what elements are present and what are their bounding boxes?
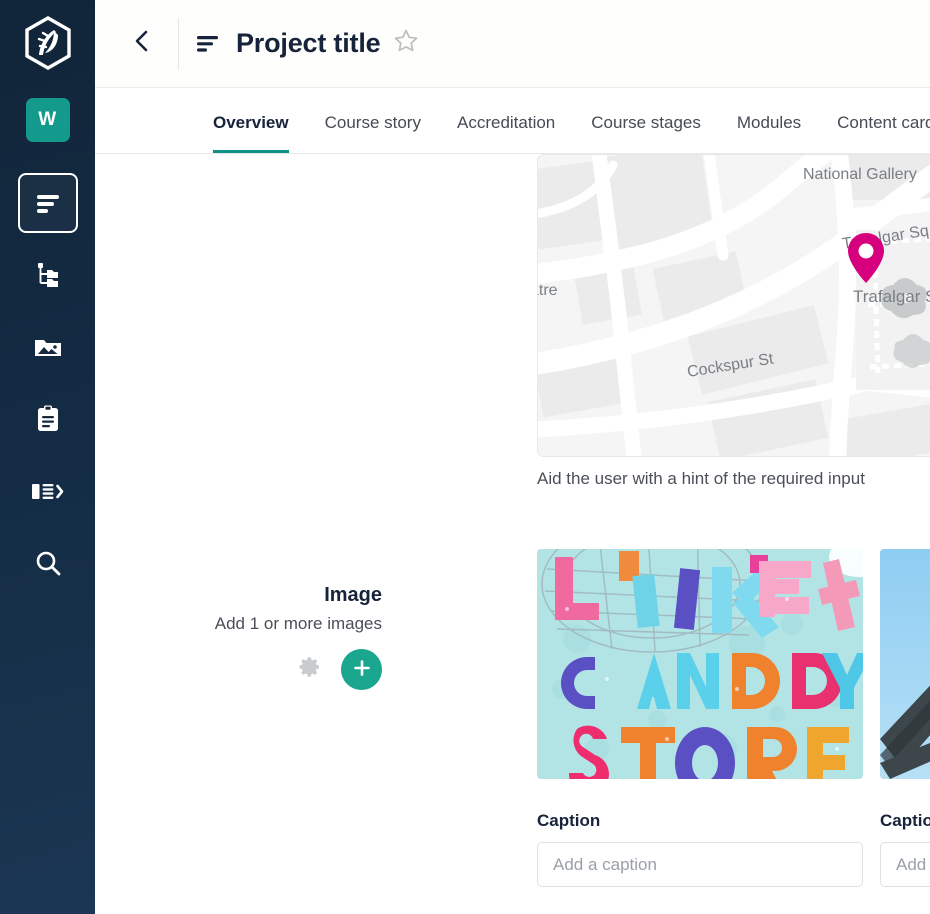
caption-input[interactable] <box>537 842 863 887</box>
add-image-button[interactable] <box>341 649 382 690</box>
image-field-labels: Image Add 1 or more images <box>95 582 382 637</box>
sidebar-item-media-library[interactable] <box>18 317 78 377</box>
building-photo <box>880 549 930 779</box>
map-field-hint: Aid the user with a hint of the required… <box>537 469 865 488</box>
chevron-left-icon <box>132 29 152 58</box>
clipboard-icon <box>36 405 60 433</box>
caption-label: Caption <box>880 811 930 830</box>
panel-list-arrow-icon <box>31 480 65 502</box>
search-icon <box>34 549 62 577</box>
map-graphic: National Gallery Trafalgar Sq Trafalgar … <box>538 155 930 456</box>
sidebar: W <box>0 0 95 914</box>
map-label-theatre: atre <box>538 282 558 299</box>
document-lines-icon <box>35 192 61 214</box>
hierarchy-tree-icon <box>34 261 62 289</box>
image-thumbnail-candy[interactable] <box>537 549 863 779</box>
avatar[interactable]: W <box>25 98 70 142</box>
app-logo[interactable] <box>19 14 77 72</box>
tab-modules[interactable]: Modules <box>737 113 801 153</box>
top-bar: Project title <box>95 0 930 88</box>
image-thumbnail-building[interactable] <box>880 549 930 779</box>
content-panel: National Gallery Trafalgar Sq Trafalgar … <box>95 154 930 914</box>
tab-accreditation[interactable]: Accreditation <box>457 113 555 153</box>
header-divider <box>178 17 179 70</box>
image-settings-button[interactable] <box>298 655 322 684</box>
caption-input[interactable] <box>880 842 930 887</box>
map-label-national-gallery: National Gallery <box>803 166 917 183</box>
project-document-icon <box>197 35 221 53</box>
image-field-sublabel: Add 1 or more images <box>214 614 382 633</box>
map-label-trafalgar-square: Trafalgar Square <box>853 287 930 306</box>
tab-content-cards[interactable]: Content cards <box>837 113 930 153</box>
sidebar-item-tasks-clipboard[interactable] <box>18 389 78 449</box>
app-root: W Project title Overview Course story Ac… <box>0 0 930 914</box>
tab-course-story[interactable]: Course story <box>325 113 421 153</box>
candy-cookies-photo <box>537 549 863 779</box>
favorite-star-button[interactable] <box>393 28 419 59</box>
image-folder-icon <box>33 335 63 359</box>
gear-icon <box>298 655 322 684</box>
tab-bar: Overview Course story Accreditation Cour… <box>95 88 930 154</box>
image-field-actions <box>95 649 382 690</box>
tab-overview[interactable]: Overview <box>213 113 289 153</box>
back-button[interactable] <box>120 22 164 66</box>
plus-icon <box>352 658 372 681</box>
sidebar-item-structure-tree[interactable] <box>18 245 78 305</box>
image-field-title: Image <box>324 584 382 606</box>
sidebar-item-search[interactable] <box>18 533 78 593</box>
sidebar-item-document-editor[interactable] <box>17 173 78 233</box>
map-preview[interactable]: National Gallery Trafalgar Sq Trafalgar … <box>537 154 930 457</box>
image-thumbnail-item: Caption <box>537 549 863 887</box>
image-thumbnail-list: Caption Add a caption Captio Add a capti… <box>537 549 930 887</box>
main-area: Project title Overview Course story Accr… <box>95 0 930 914</box>
sidebar-item-panel-list[interactable] <box>18 461 78 521</box>
avatar-initial: W <box>38 109 57 130</box>
image-thumbnail-item: Caption <box>880 549 930 887</box>
star-outline-icon <box>393 28 419 59</box>
caption-label: Caption <box>537 811 601 830</box>
tab-course-stages[interactable]: Course stages <box>591 113 701 153</box>
page-title: Project title <box>236 28 381 58</box>
